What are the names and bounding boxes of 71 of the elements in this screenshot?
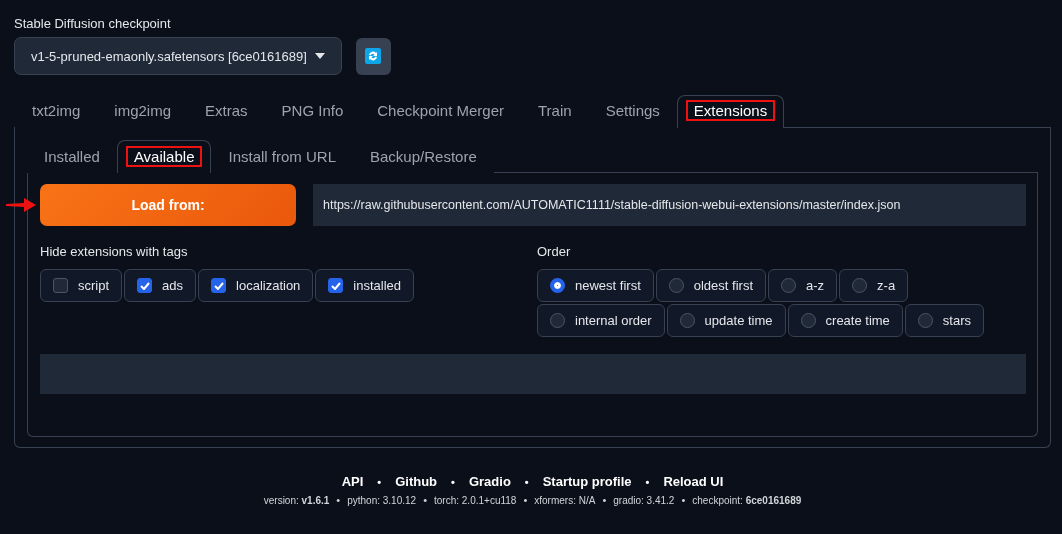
- group-label: Hide extensions with tags: [40, 244, 189, 259]
- footer-link[interactable]: Reload UI: [663, 474, 724, 489]
- radio-option[interactable]: oldest first: [655, 269, 766, 302]
- option-label: internal order: [575, 313, 652, 328]
- refresh-button[interactable]: [355, 37, 391, 75]
- radio-button[interactable]: [917, 313, 933, 328]
- checkbox[interactable]: [137, 278, 153, 293]
- checkpoint-dropdown[interactable]: v1-5-pruned-emaonly.safetensors [6ce0161689]: [14, 37, 342, 75]
- radio-option[interactable]: newest first: [537, 269, 654, 302]
- checkbox[interactable]: [328, 278, 344, 293]
- option-label: installed: [353, 278, 402, 293]
- footer-link[interactable]: Startup profile: [542, 474, 632, 489]
- highlight-box: Available: [125, 146, 203, 167]
- refresh-icon: [365, 48, 382, 64]
- radio-option[interactable]: stars: [904, 304, 985, 337]
- group-label: Order: [537, 244, 572, 259]
- checkbox-option[interactable]: script: [40, 269, 123, 302]
- radio-option[interactable]: z-a: [839, 269, 909, 302]
- radio-option[interactable]: internal order: [537, 304, 665, 337]
- separator-dot: •: [377, 475, 382, 488]
- option-label: update time: [704, 313, 773, 328]
- option-label: oldest first: [693, 278, 753, 293]
- checkbox-option[interactable]: localization: [198, 269, 314, 302]
- radio-option[interactable]: update time: [666, 304, 786, 337]
- radio-option[interactable]: a-z: [768, 269, 838, 302]
- checkbox[interactable]: [53, 278, 68, 293]
- separator-dot: •: [602, 494, 607, 506]
- radio-button[interactable]: [679, 313, 695, 328]
- separator-dot: •: [423, 494, 427, 506]
- separator-dot: •: [451, 475, 455, 488]
- separator-dot: •: [523, 494, 528, 506]
- radio-button[interactable]: [550, 278, 565, 293]
- version-info: torch: 2.0.1+cu118: [434, 494, 517, 506]
- separator-dot: •: [336, 494, 341, 506]
- separator-dot: •: [524, 475, 529, 488]
- url-field[interactable]: https://raw.githubusercontent.com/AUTOMATIC1111/stable-diffusion-webui-extensions/master/index.json: [313, 184, 1026, 226]
- tab[interactable]: Available: [116, 140, 212, 173]
- check-icon: [139, 281, 150, 290]
- radio-button[interactable]: [852, 278, 868, 293]
- separator-dot: •: [645, 475, 650, 488]
- footer-link[interactable]: API: [341, 474, 364, 489]
- version-info: gradio: 3.41.2: [613, 494, 675, 506]
- radio-button[interactable]: [668, 278, 684, 293]
- caret-icon: [314, 53, 325, 59]
- radio-button[interactable]: [550, 313, 565, 328]
- checkbox[interactable]: [211, 278, 227, 293]
- separator-dot: •: [681, 494, 686, 506]
- radio-button[interactable]: [800, 313, 816, 328]
- option-label: z-a: [877, 278, 896, 293]
- radio-option[interactable]: create time: [787, 304, 903, 337]
- option-label: create time: [825, 313, 890, 328]
- footer-link[interactable]: Github: [395, 474, 438, 489]
- version-info: python: 3.10.12: [347, 494, 417, 506]
- check-icon: [330, 281, 341, 290]
- check-icon: [213, 281, 224, 290]
- option-label: script: [78, 278, 110, 293]
- option-label: stars: [942, 313, 972, 328]
- footer-link[interactable]: Gradio: [468, 474, 511, 489]
- highlight-box: Extensions: [685, 100, 776, 121]
- option-label: localization: [236, 278, 301, 293]
- option-label: newest first: [575, 278, 641, 293]
- field-label: Stable Diffusion checkpoint: [14, 16, 172, 31]
- version-info: xformers: N/A: [534, 494, 596, 506]
- checkbox-option[interactable]: ads: [124, 269, 197, 302]
- version-info: version: v1.6.1: [263, 494, 330, 506]
- radio-button[interactable]: [781, 278, 796, 293]
- version-info: checkpoint: 6ce0161689: [692, 494, 802, 506]
- checkbox-option[interactable]: installed: [315, 269, 415, 302]
- option-label: a-z: [806, 278, 825, 293]
- option-label: ads: [162, 278, 184, 293]
- tab[interactable]: Extensions: [676, 95, 785, 128]
